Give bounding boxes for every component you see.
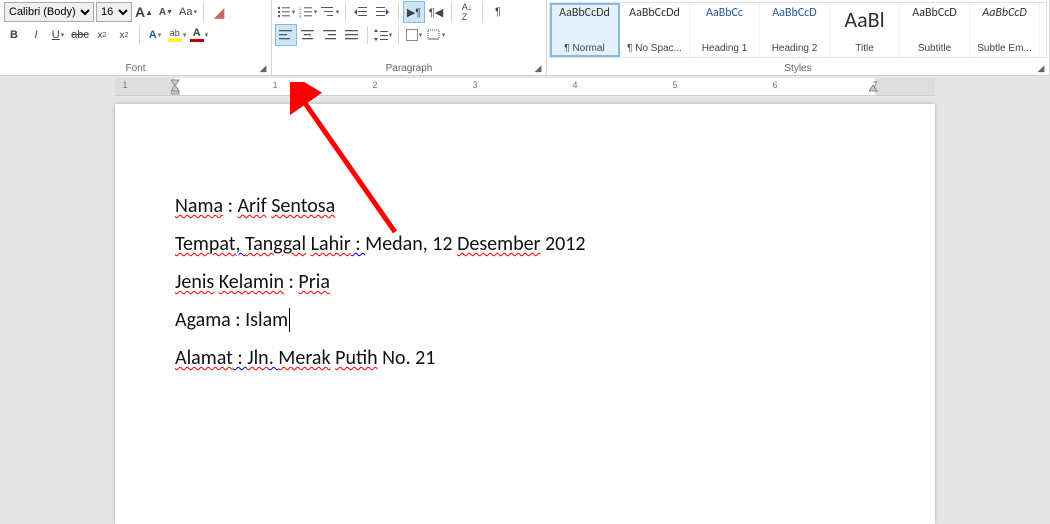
text-effects-button[interactable]: A▾: [145, 25, 165, 45]
shading-button[interactable]: ▾: [404, 25, 424, 45]
highlight-color-button[interactable]: ab▾: [167, 25, 187, 45]
align-center-button[interactable]: [298, 25, 318, 45]
rtl-direction-button[interactable]: ¶◀: [426, 2, 446, 22]
change-case-button[interactable]: Aa▾: [178, 2, 198, 22]
style-item-title[interactable]: AaBlTitle: [830, 3, 900, 57]
ruler-tick: 6: [772, 80, 777, 90]
styles-group-label: Styles ◢: [547, 62, 1049, 75]
decrease-indent-button[interactable]: [351, 2, 371, 22]
ruler-tick: 1: [272, 80, 277, 90]
svg-text:3: 3: [299, 14, 302, 18]
subscript-button[interactable]: x2: [92, 25, 112, 45]
superscript-button[interactable]: x2: [114, 25, 134, 45]
hanging-indent-marker[interactable]: [171, 85, 181, 95]
font-group-label: Font ◢: [0, 62, 271, 75]
clear-formatting-button[interactable]: ◢: [209, 2, 229, 22]
align-left-button[interactable]: [276, 25, 296, 45]
doc-line-3[interactable]: Jenis Kelamin : Pria: [175, 270, 875, 294]
ruler-tick: 7: [872, 80, 877, 90]
ruler-tick: 4: [572, 80, 577, 90]
justify-button[interactable]: [342, 25, 362, 45]
font-size-select[interactable]: 16: [96, 2, 132, 22]
document-area: Nama : Arif Sentosa Tempat, Tanggal Lahi…: [0, 104, 1050, 524]
ribbon: Calibri (Body) 16 A▲ A▼ Aa▾ ◢ B I U▾ abc…: [0, 0, 1050, 76]
style-item-heading-1[interactable]: AaBbCcHeading 1: [690, 3, 760, 57]
style-item--normal[interactable]: AaBbCcDd¶ Normal: [550, 3, 620, 57]
doc-line-1[interactable]: Nama : Arif Sentosa: [175, 194, 875, 218]
ltr-direction-button[interactable]: ▶¶: [404, 2, 424, 22]
style-item-subtitle[interactable]: AaBbCcDSubtitle: [900, 3, 970, 57]
line-spacing-button[interactable]: ▾: [373, 25, 393, 45]
multilevel-list-button[interactable]: ▾: [320, 2, 340, 22]
bullets-button[interactable]: ▾: [276, 2, 296, 22]
font-dialog-launcher[interactable]: ◢: [257, 63, 269, 75]
align-right-button[interactable]: [320, 25, 340, 45]
styles-group: AaBbCcDd¶ NormalAaBbCcDd¶ No Spac...AaBb…: [547, 0, 1050, 75]
style-gallery[interactable]: AaBbCcDd¶ NormalAaBbCcDd¶ No Spac...AaBb…: [549, 2, 1047, 58]
shrink-font-button[interactable]: A▼: [156, 2, 176, 22]
font-group: Calibri (Body) 16 A▲ A▼ Aa▾ ◢ B I U▾ abc…: [0, 0, 272, 75]
doc-line-4[interactable]: Agama : Islam: [175, 308, 875, 332]
numbering-button[interactable]: 123▾: [298, 2, 318, 22]
increase-indent-button[interactable]: [373, 2, 393, 22]
show-marks-button[interactable]: ¶: [488, 2, 508, 22]
doc-line-2[interactable]: Tempat, Tanggal Lahir : Medan, 12 Desemb…: [175, 232, 875, 256]
ruler-tick: 1: [122, 80, 127, 90]
horizontal-ruler[interactable]: 1 1 2 3 4 5 6 7: [115, 78, 935, 96]
strikethrough-button[interactable]: abc: [70, 25, 90, 45]
doc-line-5[interactable]: Alamat : Jln. Merak Putih No. 21: [175, 346, 875, 370]
font-color-button[interactable]: A▾: [189, 25, 209, 45]
style-item--no-spac-[interactable]: AaBbCcDd¶ No Spac...: [620, 3, 690, 57]
styles-dialog-launcher[interactable]: ◢: [1035, 63, 1047, 75]
ruler-tick: 2: [372, 80, 377, 90]
style-item-subtle-em-[interactable]: AaBbCcDSubtle Em...: [970, 3, 1040, 57]
paragraph-group: ▾ 123▾ ▾ ▶¶ ¶◀ A↓Z: [272, 0, 547, 75]
grow-font-button[interactable]: A▲: [134, 2, 154, 22]
paragraph-dialog-launcher[interactable]: ◢: [532, 63, 544, 75]
italic-button[interactable]: I: [26, 25, 46, 45]
borders-button[interactable]: ▾: [426, 25, 446, 45]
style-item-heading-2[interactable]: AaBbCcDHeading 2: [760, 3, 830, 57]
ruler-tick: 3: [472, 80, 477, 90]
sort-button[interactable]: A↓Z: [457, 2, 477, 22]
bold-button[interactable]: B: [4, 25, 24, 45]
ruler-tick: 5: [672, 80, 677, 90]
page[interactable]: Nama : Arif Sentosa Tempat, Tanggal Lahi…: [115, 104, 935, 524]
underline-button[interactable]: U▾: [48, 25, 68, 45]
font-name-select[interactable]: Calibri (Body): [4, 2, 94, 22]
paragraph-group-label: Paragraph ◢: [272, 62, 546, 75]
